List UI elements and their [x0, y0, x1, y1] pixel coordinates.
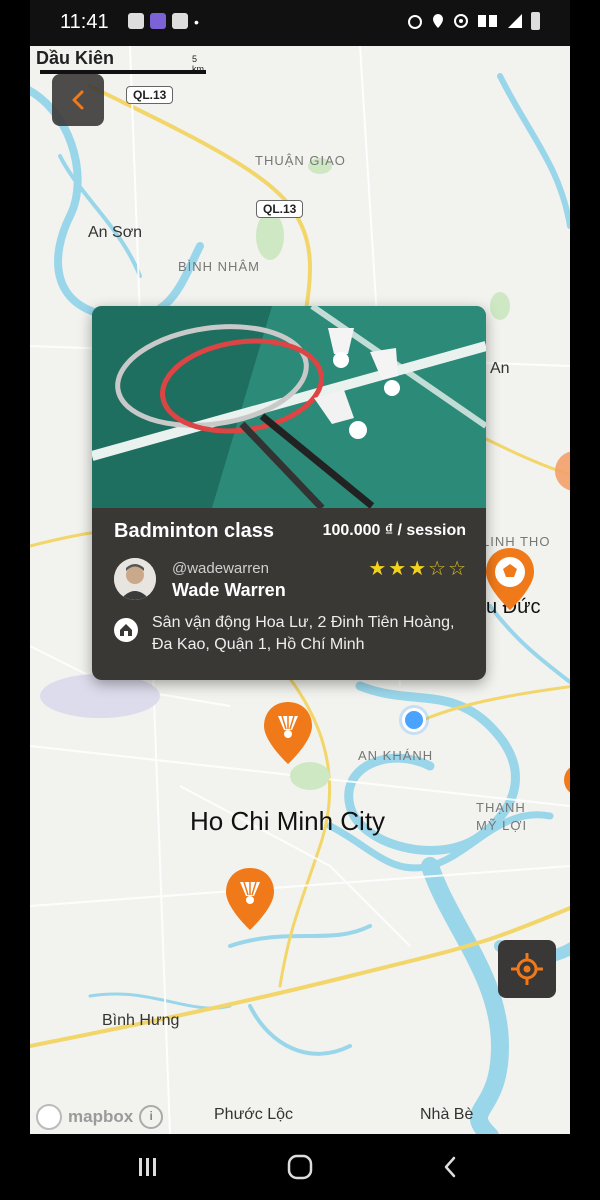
instructor-name: Wade Warren [172, 580, 286, 600]
map-label: Bình Hưng [102, 1012, 180, 1029]
notification-icon [128, 13, 144, 29]
shuttlecock-icon [264, 702, 312, 764]
star-filled-icon: ★ [368, 558, 387, 580]
status-bar: 11:41 • [30, 0, 570, 46]
map-label: An Sơn [88, 224, 143, 241]
user-location-dot [402, 708, 426, 732]
location-icon [433, 14, 443, 28]
crosshair-icon [511, 953, 543, 985]
map-label: An [490, 360, 510, 377]
star-filled-icon: ★ [408, 558, 427, 580]
status-time: 11:41 [60, 11, 109, 33]
star-empty-icon: ☆ [428, 558, 447, 580]
signal-icon [508, 14, 522, 28]
football-icon [486, 548, 534, 610]
shuttlecock-icon [226, 868, 274, 930]
recent-apps-icon [139, 1158, 156, 1176]
user-avatar-image [114, 558, 156, 600]
scale-label: Dầu Kiên [36, 48, 115, 68]
address-icon-wrap [114, 618, 138, 642]
map-label: THẠNH [476, 800, 526, 815]
map-label: Phước Lộc [214, 1106, 294, 1123]
phone-screen: 11:41 • Dầu Kiên 5 km QL.13 QL.13 THUẬN … [30, 0, 570, 1200]
home-button[interactable] [280, 1152, 320, 1182]
chevron-left-icon [72, 90, 84, 110]
road-badge: QL.13 [126, 86, 174, 104]
notification-icon [172, 13, 188, 29]
road-badge: QL.13 [256, 200, 304, 218]
map-label: BÌNH NHÂM [178, 259, 260, 274]
data-icon [478, 15, 497, 27]
rating-stars: ★ ★ ★ ☆ ☆ [368, 556, 466, 581]
map-pin-badminton[interactable] [224, 866, 276, 932]
map-label: AN KHÁNH [358, 748, 434, 763]
map-pin-football[interactable] [484, 546, 536, 612]
notification-icon [150, 13, 166, 29]
back-arrow-icon [444, 1156, 456, 1178]
class-photo [92, 306, 486, 508]
back-button[interactable] [52, 74, 104, 126]
map-label: Nhà Bè [420, 1106, 474, 1123]
class-info-card[interactable]: Badminton class 100.000 ₫ / session @wad… [92, 306, 486, 680]
map-view[interactable]: Dầu Kiên 5 km QL.13 QL.13 THUẬN GIAO An … [30, 46, 570, 1134]
mapbox-label: mapbox [68, 1107, 134, 1126]
home-icon [120, 624, 132, 636]
locate-me-button[interactable] [498, 940, 556, 998]
map-attribution[interactable]: mapbox i [36, 1104, 164, 1130]
system-icons [407, 12, 540, 30]
map-pin-badminton[interactable] [262, 700, 314, 766]
system-back-button[interactable] [430, 1152, 470, 1182]
star-empty-icon: ☆ [448, 558, 466, 580]
map-label: THUẬN GIAO [255, 153, 346, 168]
class-price: 100.000 ₫ / session [322, 522, 466, 539]
class-address: Sân vận động Hoa Lư, 2 Đinh Tiên Hoàng, … [152, 614, 455, 653]
mapbox-logo-icon [36, 1104, 62, 1130]
home-circle-icon [287, 1154, 313, 1180]
recent-apps-button[interactable] [128, 1152, 168, 1182]
star-filled-icon: ★ [388, 558, 407, 580]
class-title: Badminton class [114, 520, 275, 542]
hotspot-icon [454, 14, 468, 28]
avatar[interactable] [114, 558, 156, 600]
system-navigation-bar [30, 1134, 570, 1200]
map-label-city: Ho Chi Minh City [190, 806, 386, 836]
alarm-icon [408, 15, 422, 29]
instructor-handle: @wadewarren [172, 560, 269, 577]
battery-icon [531, 12, 540, 30]
map-label: MỸ LỢI [476, 818, 528, 833]
status-dot: • [194, 14, 199, 30]
info-icon[interactable]: i [139, 1105, 164, 1129]
notification-icons [128, 13, 188, 29]
